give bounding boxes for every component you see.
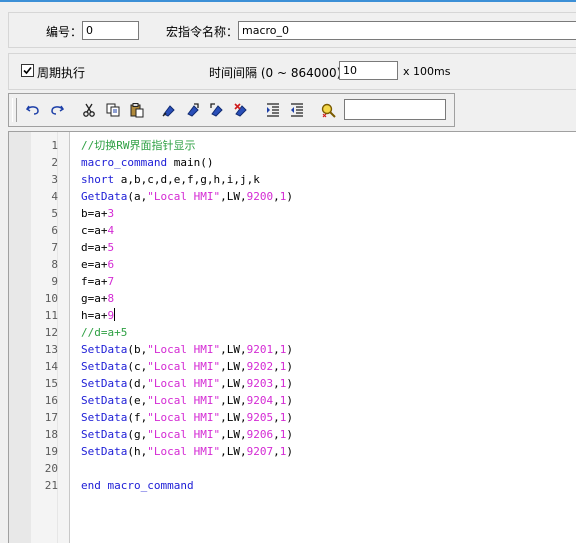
line-number: 1 [51,139,58,152]
line-number: 11 [44,309,58,322]
interval-label: 时间间隔 (0 ~ 864000)： [209,66,354,80]
code-line[interactable]: 16 SetData(e,"Local HMI",LW,9204,1) [9,392,576,409]
code-text: macro_command main() [81,156,214,169]
code-line[interactable]: 11 h=a+9 [9,307,576,324]
line-number: 18 [44,428,58,441]
code-line[interactable]: 12 //d=a+5 [9,324,576,341]
code-text: GetData(a,"Local HMI",LW,9200,1) [81,190,293,203]
id-label: 编号： [46,25,83,39]
macro-name-field[interactable] [238,21,576,40]
code-text: d=a+5 [81,241,115,254]
code-line[interactable]: 15 SetData(d,"Local HMI",LW,9203,1) [9,375,576,392]
line-number: 14 [44,360,58,373]
line-number: 13 [44,343,58,356]
line-number: 20 [44,462,58,475]
id-field[interactable] [82,21,139,40]
code-text: end macro_command [81,479,194,492]
periodic-checkbox[interactable] [21,64,34,77]
line-number: 7 [51,241,58,254]
toggle-bookmark-icon[interactable] [159,100,179,120]
line-number: 21 [44,479,58,492]
find-icon[interactable] [319,100,339,120]
next-bookmark-icon[interactable] [183,100,203,120]
code-line[interactable]: 3 short a,b,c,d,e,f,g,h,i,j,k [9,171,576,188]
code-line[interactable]: 5 b=a+3 [9,205,576,222]
code-text: short a,b,c,d,e,f,g,h,i,j,k [81,173,260,186]
code-line[interactable]: 13 SetData(b,"Local HMI",LW,9201,1) [9,341,576,358]
interval-field[interactable] [339,61,398,80]
periodic-label: 周期执行 [37,66,86,80]
code-text: g=a+8 [81,292,115,305]
code-line[interactable]: 17 SetData(f,"Local HMI",LW,9205,1) [9,409,576,426]
code-text: SetData(b,"Local HMI",LW,9201,1) [81,343,293,356]
code-line[interactable]: 14 SetData(c,"Local HMI",LW,9202,1) [9,358,576,375]
line-number: 15 [44,377,58,390]
window-accent-line [0,0,576,2]
code-text: h=a+9 [81,308,116,322]
code-line[interactable]: 2 macro_command main() [9,154,576,171]
code-line[interactable]: 10 g=a+8 [9,290,576,307]
code-line[interactable]: 7 d=a+5 [9,239,576,256]
redo-icon[interactable] [47,100,67,120]
editor-toolbar [8,93,455,127]
interval-unit: x 100ms [403,65,451,78]
code-text: SetData(c,"Local HMI",LW,9202,1) [81,360,293,373]
code-text: SetData(d,"Local HMI",LW,9203,1) [81,377,293,390]
cut-icon[interactable] [79,100,99,120]
line-number: 3 [51,173,58,186]
code-text: SetData(f,"Local HMI",LW,9205,1) [81,411,293,424]
line-number: 9 [51,275,58,288]
code-text: b=a+3 [81,207,115,220]
code-text: SetData(h,"Local HMI",LW,9207,1) [81,445,293,458]
code-text: //d=a+5 [81,326,128,339]
line-number: 4 [51,190,58,203]
macro-name-label: 宏指令名称： [166,25,239,39]
line-number: 5 [51,207,58,220]
code-text: //切换RW界面指针显示 [81,139,196,152]
toolbar-search-input[interactable] [344,99,446,120]
code-text: SetData(e,"Local HMI",LW,9204,1) [81,394,293,407]
code-line[interactable]: 6 c=a+4 [9,222,576,239]
code-line[interactable]: 18 SetData(g,"Local HMI",LW,9206,1) [9,426,576,443]
line-number: 8 [51,258,58,271]
line-number: 12 [44,326,58,339]
code-editor[interactable]: 1 //切换RW界面指针显示 2 macro_command main() 3 short… [8,131,576,543]
line-number: 17 [44,411,58,424]
code-line[interactable]: 1 //切换RW界面指针显示 [9,137,576,154]
code-text: c=a+4 [81,224,115,237]
previous-bookmark-icon[interactable] [207,100,227,120]
code-text: f=a+7 [81,275,115,288]
indent-icon[interactable] [263,100,283,120]
toolbar-grip[interactable] [12,98,17,122]
code-lines: 1 //切换RW界面指针显示 2 macro_command main() 3 short… [9,137,576,494]
clear-bookmarks-icon[interactable] [231,100,251,120]
text-caret [114,308,116,321]
line-number: 19 [44,445,58,458]
outdent-icon[interactable] [287,100,307,120]
code-line[interactable]: 19 SetData(h,"Local HMI",LW,9207,1) [9,443,576,460]
code-line[interactable]: 9 f=a+7 [9,273,576,290]
code-line[interactable]: 21 end macro_command [9,477,576,494]
line-number: 6 [51,224,58,237]
code-line[interactable]: 8 e=a+6 [9,256,576,273]
code-line[interactable]: 4 GetData(a,"Local HMI",LW,9200,1) [9,188,576,205]
checkmark-icon [23,66,32,75]
line-number: 2 [51,156,58,169]
line-number: 10 [44,292,58,305]
paste-icon[interactable] [127,100,147,120]
copy-icon[interactable] [103,100,123,120]
undo-icon[interactable] [23,100,43,120]
code-text: SetData(g,"Local HMI",LW,9206,1) [81,428,293,441]
line-number: 16 [44,394,58,407]
code-text: e=a+6 [81,258,115,271]
code-line[interactable]: 20 [9,460,576,477]
